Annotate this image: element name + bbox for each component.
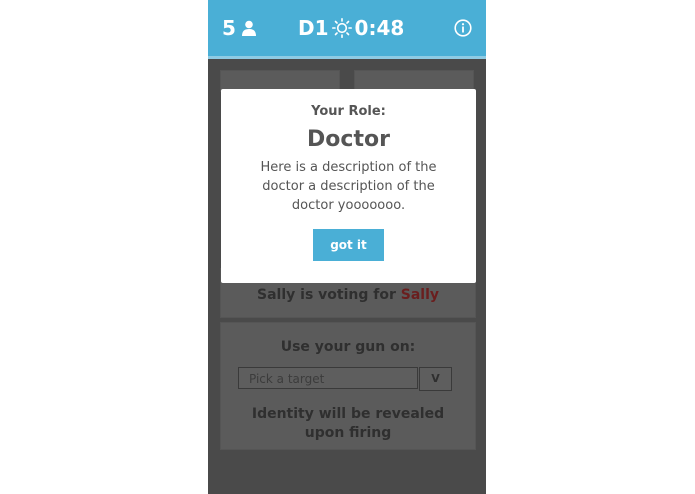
player-count-value: 5	[222, 16, 236, 40]
target-select-button[interactable]: V	[419, 367, 452, 391]
day-timer: D1 0:48	[298, 16, 404, 40]
sun-icon	[331, 18, 352, 38]
gun-title: Use your gun on:	[280, 339, 416, 355]
timer: 0:48	[354, 16, 405, 40]
day-label: D1	[298, 16, 329, 40]
vote-status: Sally is voting for Sally	[221, 287, 475, 303]
role-description: Here is a description of the doctor a de…	[260, 160, 437, 213]
role-label: Your Role:	[311, 104, 386, 119]
role-modal: Your Role: Doctor Here is a description …	[221, 89, 476, 283]
gun-note: Identity will be revealed upon firing	[251, 406, 445, 441]
vote-target: Sally	[400, 287, 439, 303]
top-bar: 5 D1 0:48	[208, 0, 486, 59]
target-select[interactable]: Pick a target	[238, 367, 418, 389]
role-name: Doctor	[307, 127, 390, 152]
vote-text: is voting for	[300, 287, 396, 303]
voter-name: Sally	[257, 287, 296, 303]
info-icon[interactable]	[454, 18, 472, 42]
player-count: 5	[222, 16, 257, 40]
person-icon	[241, 20, 256, 36]
got-it-button[interactable]: got it	[313, 229, 384, 261]
gun-card: Use your gun on: Pick a target V Identit…	[220, 322, 476, 450]
